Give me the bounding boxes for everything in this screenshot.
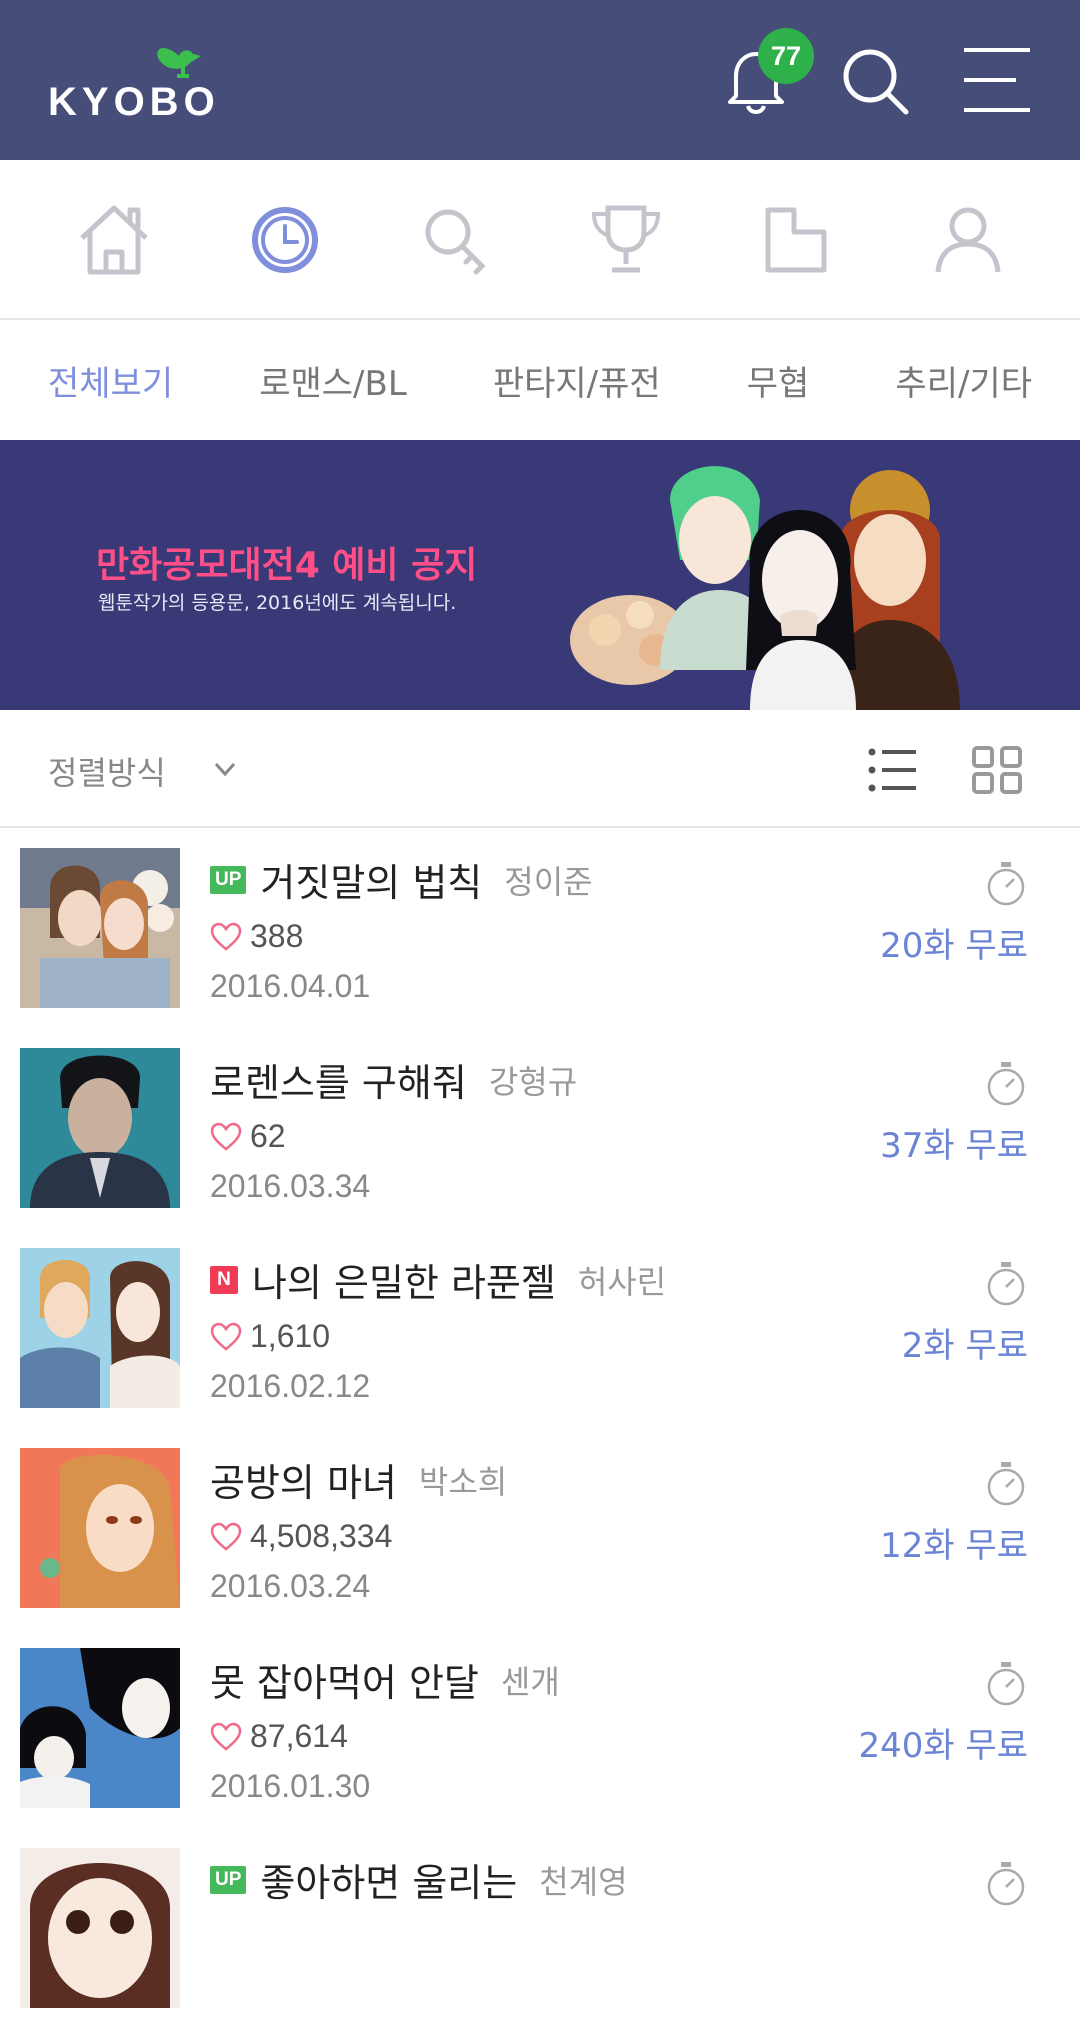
kyobo-logo[interactable]: KYOBO [48,42,215,122]
profile-icon[interactable] [926,198,1010,282]
cover-thumbnail [20,1048,180,1208]
search-icon[interactable] [836,40,916,120]
sort-dropdown[interactable]: 정렬방식 [48,748,166,794]
banner-illustration [570,466,960,710]
stopwatch-icon [987,862,1025,906]
notification-badge: 77 [758,28,814,84]
stopwatch-icon [987,1062,1025,1106]
stopwatch-icon [987,1862,1025,1906]
item-title[interactable]: 로렌스를 구해줘 [210,1052,467,1107]
like-count: 87,614 [250,1718,348,1754]
home-icon[interactable] [72,198,156,282]
list-item[interactable]: 로렌스를 구해줘 강형규 62 2016.03.34 37화 무료 [0,1028,1080,1228]
like-count: 62 [250,1118,286,1154]
free-episodes: 12화 무료 [880,1526,1028,1566]
item-author: 정이준 [504,862,593,901]
free-episodes: 20화 무료 [880,926,1028,966]
item-title[interactable]: 공방의 마녀 [210,1452,397,1507]
stopwatch-icon [987,1462,1025,1506]
heart-icon[interactable] [210,1722,242,1752]
item-date: 2016.02.12 [210,1368,371,1404]
category-tabs: 전체보기 로맨스/BL 판타지/퓨전 무협 추리/기타 [0,320,1080,440]
cover-thumbnail [20,1248,180,1408]
promo-banner[interactable]: 만화공모대전4 예비 공지 웹툰작가의 등용문, 2016년에도 계속됩니다. [0,440,1080,710]
grid-view-icon[interactable] [968,740,1028,800]
free-episodes: 37화 무료 [880,1126,1028,1166]
bird-logo-icon [157,48,201,78]
banner-title: 만화공모대전4 예비 공지 [96,545,478,586]
folder-icon[interactable] [754,198,838,282]
free-episodes: 2화 무료 [901,1326,1028,1366]
like-count: 4,508,334 [250,1518,393,1554]
recent-clock-icon[interactable] [243,198,327,282]
tab-mystery-etc[interactable]: 추리/기타 [895,356,1032,405]
item-date: 2016.03.34 [210,1168,371,1204]
cover-thumbnail [20,1848,180,2008]
stopwatch-icon [987,1662,1025,1706]
icon-navigation [0,160,1080,320]
list-item[interactable]: 못 잡아먹어 안달 센개 87,614 2016.01.30 240화 무료 [0,1628,1080,1828]
list-item[interactable]: UP 거짓말의 법칙 정이준 388 2016.04.01 20화 무료 [0,828,1080,1028]
item-date: 2016.01.30 [210,1768,371,1804]
tab-romance-bl[interactable]: 로맨스/BL [259,356,407,405]
heart-icon[interactable] [210,1322,242,1352]
search-nav-icon[interactable] [414,198,498,282]
like-count: 388 [250,918,304,954]
item-title[interactable]: 못 잡아먹어 안달 [210,1652,479,1707]
webtoon-list: UP 거짓말의 법칙 정이준 388 2016.04.01 20화 무료 로렌스… [0,828,1080,2028]
hamburger-menu-icon[interactable] [958,40,1038,120]
item-title[interactable]: 나의 은밀한 라푼젤 [252,1252,556,1307]
free-episodes: 240화 무료 [858,1726,1028,1766]
banner-subtitle: 웹툰작가의 등용문, 2016년에도 계속됩니다. [98,592,457,614]
item-title[interactable]: 거짓말의 법칙 [260,852,482,907]
list-view-icon[interactable] [864,740,924,800]
item-title[interactable]: 좋아하면 울리는 [260,1852,517,1907]
item-author: 센개 [500,1662,560,1701]
like-count: 1,610 [250,1318,331,1354]
sort-bar: 정렬방식 [0,710,1080,828]
heart-icon[interactable] [210,1122,242,1152]
up-badge: UP [210,865,247,894]
logo-text: KYOBO [48,80,220,124]
item-date: 2016.03.24 [210,1568,371,1604]
list-item[interactable]: N 나의 은밀한 라푼젤 허사린 1,610 2016.02.12 2화 무료 [0,1228,1080,1428]
cover-thumbnail [20,1448,180,1608]
trophy-icon[interactable] [584,198,668,282]
app-header: KYOBO 77 [0,0,1080,160]
cover-thumbnail [20,848,180,1008]
item-author: 강형규 [488,1062,578,1101]
heart-icon[interactable] [210,922,242,952]
item-date: 2016.04.01 [210,968,371,1004]
chevron-down-icon[interactable] [210,754,240,784]
list-item[interactable]: 공방의 마녀 박소희 4,508,334 2016.03.24 12화 무료 [0,1428,1080,1628]
tab-all[interactable]: 전체보기 [48,356,173,405]
cover-thumbnail [20,1648,180,1808]
item-author: 박소희 [418,1462,508,1501]
tab-fantasy-fusion[interactable]: 판타지/퓨전 [493,356,661,405]
item-author: 천계영 [539,1862,628,1901]
item-author: 허사린 [577,1262,667,1301]
up-badge: UP [210,1865,247,1894]
list-item[interactable]: UP 좋아하면 울리는 천계영 [0,1828,1080,2028]
heart-icon[interactable] [210,1522,242,1552]
new-badge: N [210,1265,238,1294]
tab-martial-arts[interactable]: 무협 [747,356,810,405]
stopwatch-icon [987,1262,1025,1306]
